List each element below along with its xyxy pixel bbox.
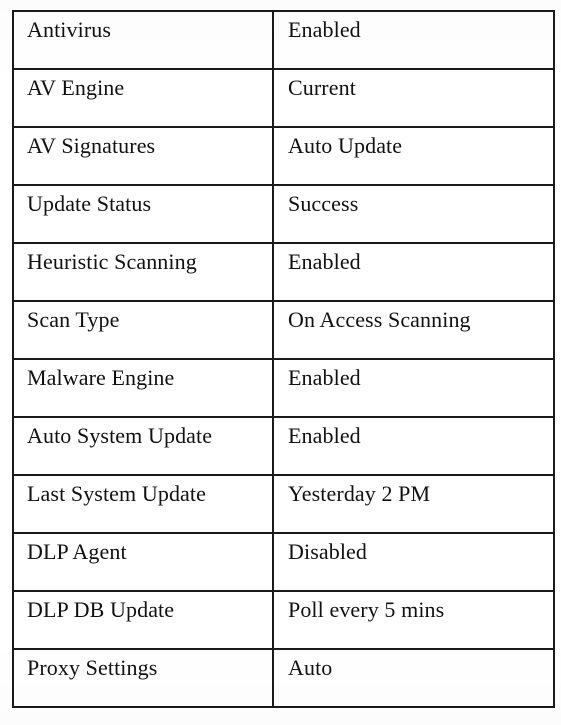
table-row: Heuristic Scanning Enabled <box>12 242 555 302</box>
setting-name-cell: DLP DB Update <box>12 590 274 650</box>
setting-name-cell: Update Status <box>12 184 274 244</box>
setting-value-cell: Enabled <box>272 358 555 418</box>
setting-name-cell: AV Engine <box>12 68 274 128</box>
setting-value-cell: Auto <box>272 648 555 708</box>
page-root: Antivirus Enabled AV Engine Current AV S… <box>0 0 561 725</box>
setting-value-cell: Disabled <box>272 532 555 592</box>
security-settings-table: Antivirus Enabled AV Engine Current AV S… <box>12 10 555 708</box>
table-row: Scan Type On Access Scanning <box>12 300 555 360</box>
setting-name-cell: Scan Type <box>12 300 274 360</box>
setting-name-cell: Antivirus <box>12 10 274 70</box>
table-row: Malware Engine Enabled <box>12 358 555 418</box>
table-row: Antivirus Enabled <box>12 10 555 70</box>
table-row: Auto System Update Enabled <box>12 416 555 476</box>
setting-value-cell: Auto Update <box>272 126 555 186</box>
setting-value-cell: Success <box>272 184 555 244</box>
setting-value-cell: Enabled <box>272 10 555 70</box>
setting-name-cell: Heuristic Scanning <box>12 242 274 302</box>
setting-value-cell: Enabled <box>272 416 555 476</box>
table-row: Update Status Success <box>12 184 555 244</box>
table-row: DLP Agent Disabled <box>12 532 555 592</box>
table-body: Antivirus Enabled AV Engine Current AV S… <box>12 10 555 708</box>
setting-name-cell: DLP Agent <box>12 532 274 592</box>
setting-value-cell: Enabled <box>272 242 555 302</box>
setting-value-cell: Yesterday 2 PM <box>272 474 555 534</box>
setting-name-cell: Malware Engine <box>12 358 274 418</box>
setting-name-cell: Auto System Update <box>12 416 274 476</box>
setting-value-cell: Poll every 5 mins <box>272 590 555 650</box>
setting-name-cell: AV Signatures <box>12 126 274 186</box>
table-row: Proxy Settings Auto <box>12 648 555 708</box>
setting-name-cell: Proxy Settings <box>12 648 274 708</box>
setting-value-cell: On Access Scanning <box>272 300 555 360</box>
setting-value-cell: Current <box>272 68 555 128</box>
setting-name-cell: Last System Update <box>12 474 274 534</box>
table-row: AV Engine Current <box>12 68 555 128</box>
table-row: AV Signatures Auto Update <box>12 126 555 186</box>
table-row: DLP DB Update Poll every 5 mins <box>12 590 555 650</box>
table-row: Last System Update Yesterday 2 PM <box>12 474 555 534</box>
